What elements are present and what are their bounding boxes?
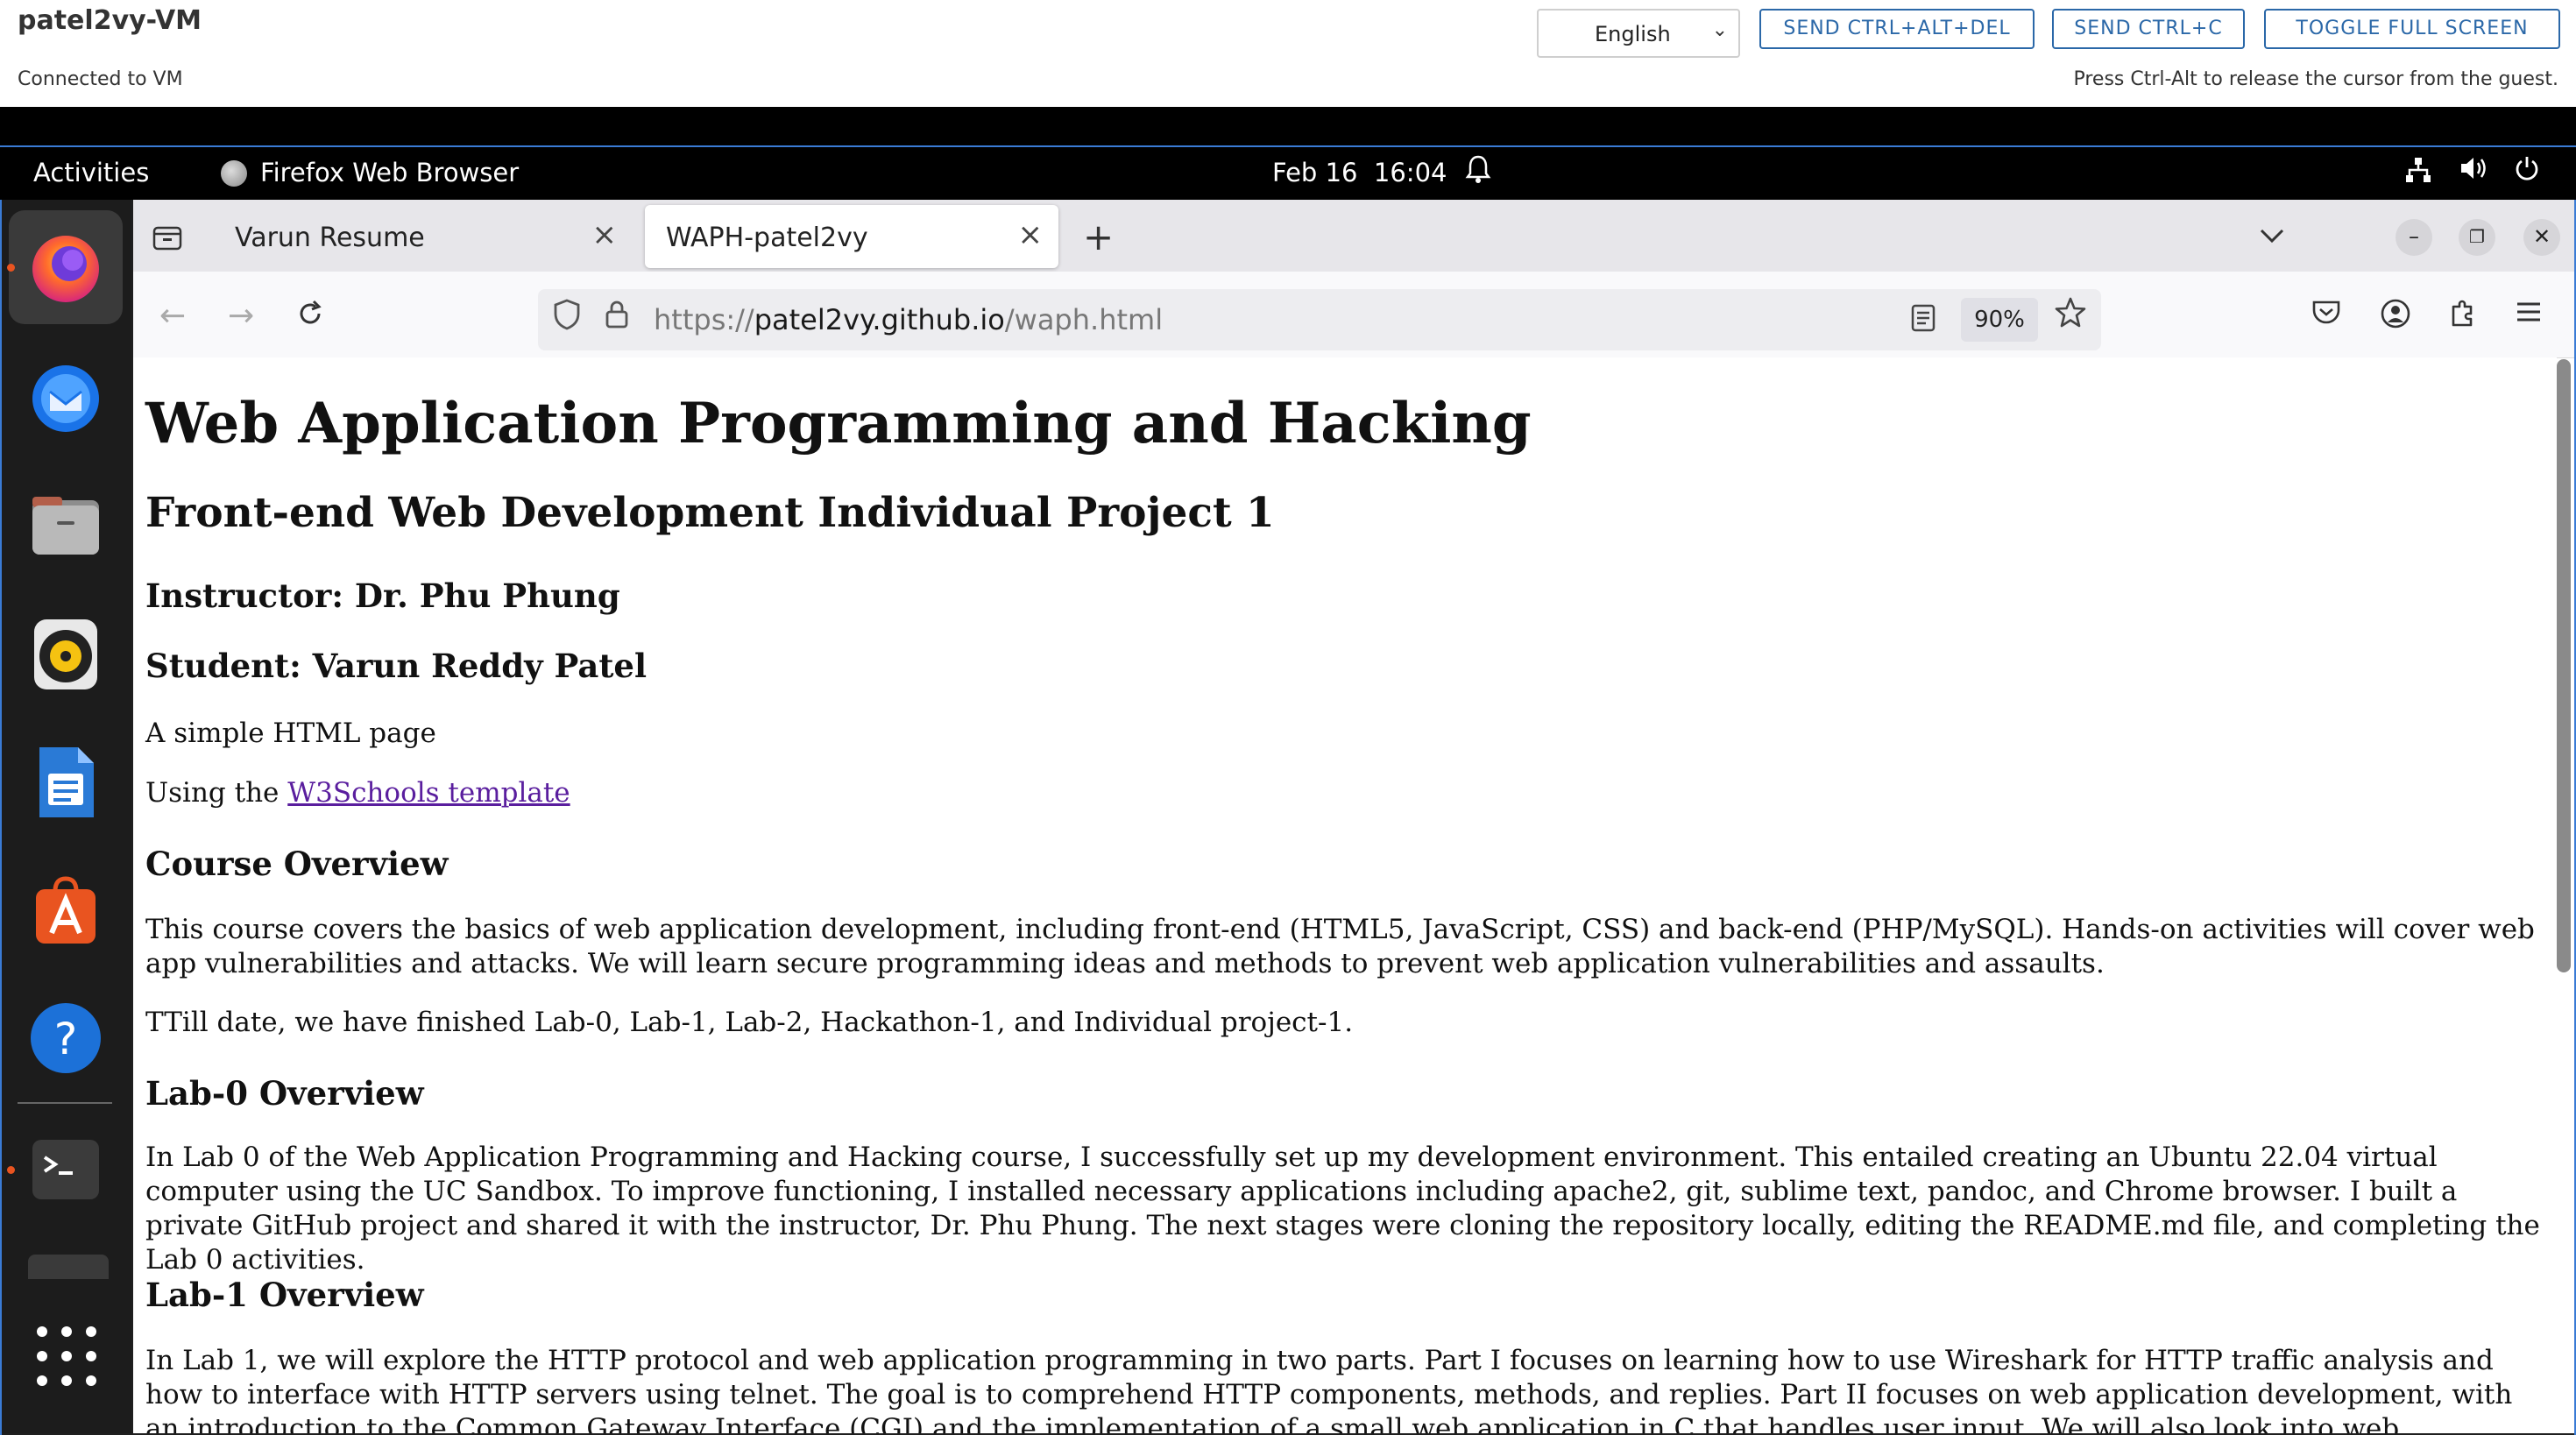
web-page-content: Web Application Programming and Hacking …: [133, 357, 2557, 1433]
files-icon[interactable]: [9, 470, 123, 583]
url-domain: patel2vy.github.io: [754, 303, 1005, 336]
close-tab-icon[interactable]: ×: [1018, 217, 1044, 252]
account-icon[interactable]: [2380, 298, 2411, 337]
libreoffice-writer-icon[interactable]: [9, 725, 123, 839]
template-paragraph: Using the W3Schools template: [145, 776, 2546, 810]
forward-arrow-icon[interactable]: →: [228, 298, 254, 334]
course-overview-heading: Course Overview: [145, 845, 449, 883]
vm-title: patel2vy-VM: [18, 5, 202, 36]
progress-text: TTill date, we have finished Lab-0, Lab-…: [145, 1007, 1354, 1038]
using-prefix: Using the: [145, 777, 288, 809]
send-ctrl-alt-del-button[interactable]: SEND CTRL+ALT+DEL: [1759, 9, 2035, 49]
notification-bell-icon[interactable]: [1465, 154, 1491, 191]
lab0-text: In Lab 0 of the Web Application Programm…: [145, 1142, 2540, 1276]
project-heading: Front-end Web Development Individual Pro…: [145, 489, 1275, 537]
page-title: Web Application Programming and Hacking: [145, 391, 1532, 456]
tab-label: Varun Resume: [235, 223, 425, 253]
help-icon[interactable]: ?: [9, 981, 123, 1095]
running-indicator: [7, 1166, 15, 1174]
close-tab-icon[interactable]: ×: [592, 217, 618, 252]
firefox-icon[interactable]: [9, 210, 123, 324]
dock-partial-item[interactable]: [28, 1255, 109, 1279]
back-arrow-icon[interactable]: ←: [159, 298, 186, 334]
close-window-icon[interactable]: ✕: [2523, 219, 2560, 256]
running-indicator: [7, 264, 15, 272]
reload-icon[interactable]: [294, 298, 326, 337]
firefox-view-icon[interactable]: [152, 224, 182, 258]
terminal-icon[interactable]: [9, 1113, 123, 1226]
clock[interactable]: Feb 16 16:04: [1272, 158, 1447, 187]
tab-label: WAPH-patel2vy: [666, 223, 868, 253]
lab1-heading: Lab-1 Overview: [145, 1276, 424, 1314]
minimize-window-icon[interactable]: –: [2396, 219, 2432, 256]
lab1-text: In Lab 1, we will explore the HTTP proto…: [145, 1345, 2513, 1433]
lab0-heading: Lab-0 Overview: [145, 1074, 424, 1113]
reader-view-icon[interactable]: [1910, 303, 1936, 340]
page-scrollbar[interactable]: [2557, 359, 2571, 972]
list-all-tabs-chevron-icon[interactable]: [2259, 221, 2285, 251]
instructor-heading: Instructor: Dr. Phu Phung: [145, 576, 620, 615]
send-ctrl-c-button[interactable]: SEND CTRL+C: [2052, 9, 2245, 49]
volume-icon[interactable]: [2459, 154, 2488, 189]
extensions-puzzle-icon[interactable]: [2448, 298, 2478, 336]
dock-separator: [18, 1102, 112, 1104]
restore-window-icon[interactable]: ❐: [2459, 219, 2495, 256]
pocket-icon[interactable]: [2311, 298, 2341, 334]
vm-connection-status: Connected to VM: [18, 68, 183, 90]
bookmark-star-icon[interactable]: [2054, 296, 2087, 337]
activities-button[interactable]: Activities: [33, 158, 149, 187]
w3schools-template-link[interactable]: W3Schools template: [287, 777, 570, 809]
thunderbird-icon[interactable]: [9, 342, 123, 456]
simple-page-text: A simple HTML page: [145, 718, 436, 749]
release-cursor-hint: Press Ctrl-Alt to release the cursor fro…: [2073, 68, 2558, 90]
url-path: /waph.html: [1004, 303, 1164, 336]
show-apps-icon[interactable]: [35, 1325, 98, 1388]
app-center-icon[interactable]: [9, 853, 123, 967]
course-overview-text: This course covers the basics of web app…: [145, 914, 2535, 979]
keyboard-language-select[interactable]: English ⌄: [1537, 9, 1740, 58]
tracking-protection-shield-icon[interactable]: [552, 298, 582, 339]
lock-icon[interactable]: [605, 300, 629, 336]
zoom-level-button[interactable]: 90%: [1961, 298, 2038, 342]
app-menu[interactable]: Firefox Web Browser: [260, 158, 519, 187]
student-heading: Student: Varun Reddy Patel: [145, 647, 648, 685]
firefox-app-icon: [221, 160, 247, 187]
hamburger-menu-icon[interactable]: [2515, 298, 2543, 333]
power-icon[interactable]: [2513, 154, 2541, 189]
url-text[interactable]: https://patel2vy.github.io/waph.html: [654, 303, 1163, 336]
toggle-full-screen-button[interactable]: TOGGLE FULL SCREEN: [2264, 9, 2560, 49]
vm-black-strip: [0, 107, 2576, 145]
network-icon[interactable]: [2404, 156, 2432, 191]
chevron-down-icon: ⌄: [1711, 19, 1728, 41]
rhythmbox-icon[interactable]: [9, 597, 123, 711]
svg-text:?: ?: [54, 1014, 78, 1064]
language-value: English: [1595, 22, 1671, 46]
tab-waph-patel2vy[interactable]: WAPH-patel2vy ×: [645, 205, 1058, 268]
tab-varun-resume[interactable]: Varun Resume ×: [214, 205, 633, 268]
new-tab-plus-icon[interactable]: +: [1083, 216, 1114, 258]
url-scheme: https://: [654, 303, 754, 336]
